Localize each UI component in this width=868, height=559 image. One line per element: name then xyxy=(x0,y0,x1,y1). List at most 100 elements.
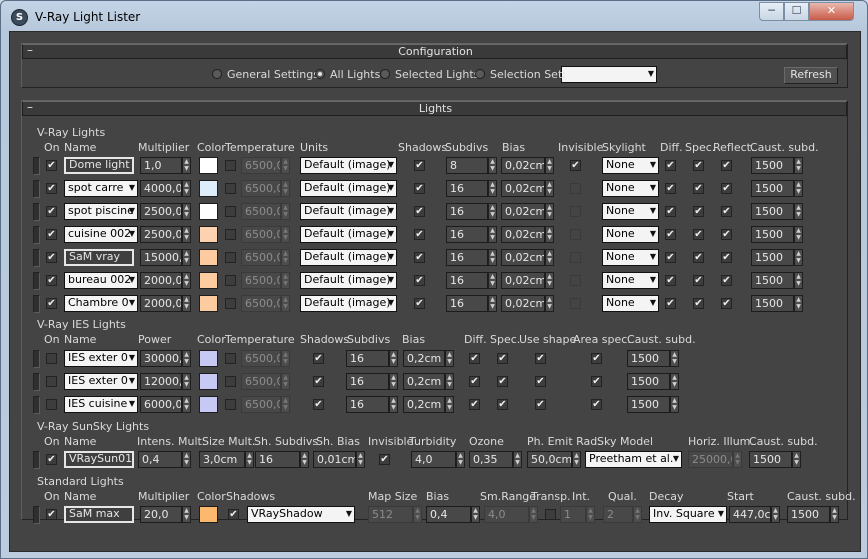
diff-checkbox[interactable]: ✔ xyxy=(665,206,676,217)
row-select-tab[interactable] xyxy=(33,506,40,524)
sun-name-field[interactable]: VRaySun01 xyxy=(64,451,134,468)
reflect-checkbox[interactable]: ✔ xyxy=(721,298,732,309)
bias-spinner[interactable]: 0,02cm xyxy=(501,226,545,243)
skylight-dropdown[interactable]: None xyxy=(602,157,659,174)
row-select-tab[interactable] xyxy=(33,396,40,414)
spec-checkbox[interactable]: ✔ xyxy=(693,160,704,171)
row-select-tab[interactable] xyxy=(33,451,40,469)
on-checkbox[interactable] xyxy=(46,376,57,387)
multiplier-spinner-arrows[interactable]: ▲ ▼ xyxy=(182,226,191,243)
map-size-spinner-arrows[interactable]: ▲ ▼ xyxy=(413,506,422,523)
spinner-arrow-icon[interactable]: ▲ ▼ xyxy=(184,227,189,241)
selection-set-dropdown[interactable] xyxy=(561,66,657,83)
on-checkbox[interactable]: ✔ xyxy=(46,183,57,194)
bias-spinner[interactable]: 0,2cm xyxy=(403,373,445,390)
start-spinner[interactable]: 447,0cm xyxy=(729,506,771,523)
caust-subd-spinner-arrows[interactable]: ▲ ▼ xyxy=(670,350,679,367)
temperature-checkbox[interactable] xyxy=(225,229,236,240)
caust-subd-spinner[interactable]: 1500 xyxy=(749,451,792,468)
shadows-checkbox[interactable]: ✔ xyxy=(414,298,425,309)
units-dropdown[interactable]: Default (image) xyxy=(300,249,397,266)
sh-subdivs-spinner[interactable]: 16 xyxy=(255,451,300,468)
invisible-checkbox[interactable] xyxy=(570,252,581,263)
spinner-arrow-icon[interactable]: ▲ ▼ xyxy=(547,273,552,287)
sh-bias-spinner-arrows[interactable]: ▲ ▼ xyxy=(356,451,365,468)
on-checkbox[interactable] xyxy=(46,399,57,410)
bias-spinner[interactable]: 0,02cm xyxy=(501,157,545,174)
reflect-checkbox[interactable]: ✔ xyxy=(721,160,732,171)
multiplier-spinner[interactable]: 4000,0 xyxy=(140,180,182,197)
int-spinner-arrows[interactable]: ▲ ▼ xyxy=(586,506,595,523)
temperature-spinner[interactable]: 6500,0 xyxy=(241,226,281,243)
multiplier-spinner[interactable]: 2000,0 xyxy=(140,272,182,289)
temperature-spinner-arrows[interactable]: ▲ ▼ xyxy=(281,226,290,243)
bias-spinner[interactable]: 0,4 xyxy=(426,506,471,523)
color-swatch[interactable] xyxy=(199,157,218,174)
spinner-arrow-icon[interactable]: ▲ ▼ xyxy=(184,452,189,466)
invisible-checkbox[interactable] xyxy=(570,206,581,217)
bias-spinner-arrows[interactable]: ▲ ▼ xyxy=(545,157,554,174)
bias-spinner-arrows[interactable]: ▲ ▼ xyxy=(545,249,554,266)
radio-general-settings[interactable] xyxy=(212,69,222,79)
spec-checkbox[interactable]: ✔ xyxy=(693,275,704,286)
spinner-arrow-icon[interactable]: ▲ ▼ xyxy=(458,452,463,466)
spinner-arrow-icon[interactable]: ▲ ▼ xyxy=(184,374,189,388)
reflect-checkbox[interactable]: ✔ xyxy=(721,206,732,217)
color-swatch[interactable] xyxy=(199,249,218,266)
spinner-arrow-icon[interactable]: ▲ ▼ xyxy=(391,397,396,411)
subdivs-spinner[interactable]: 16 xyxy=(446,295,488,312)
spinner-arrow-icon[interactable]: ▲ ▼ xyxy=(184,507,189,521)
caust-subd-spinner-arrows[interactable]: ▲ ▼ xyxy=(794,180,803,197)
temperature-spinner-arrows[interactable]: ▲ ▼ xyxy=(281,157,290,174)
multiplier-spinner[interactable]: 20,0 xyxy=(140,506,182,523)
qual-spinner-arrows[interactable]: ▲ ▼ xyxy=(633,506,642,523)
spinner-arrow-icon[interactable]: ▲ ▼ xyxy=(635,507,640,521)
temperature-checkbox[interactable] xyxy=(225,183,236,194)
power-spinner[interactable]: 6000,0 xyxy=(140,396,182,413)
temperature-spinner-arrows[interactable]: ▲ ▼ xyxy=(281,295,290,312)
subdivs-spinner-arrows[interactable]: ▲ ▼ xyxy=(488,249,497,266)
spinner-arrow-icon[interactable]: ▲ ▼ xyxy=(415,507,420,521)
on-checkbox[interactable]: ✔ xyxy=(46,206,57,217)
horiz-illum-spinner-arrows[interactable]: ▲ ▼ xyxy=(733,451,742,468)
row-select-tab[interactable] xyxy=(33,295,40,313)
int-spinner[interactable]: 1 xyxy=(560,506,586,523)
refresh-button[interactable]: Refresh xyxy=(784,67,838,84)
light-name-field[interactable]: Dome light pr xyxy=(64,157,134,174)
power-spinner-arrows[interactable]: ▲ ▼ xyxy=(182,396,191,413)
spinner-arrow-icon[interactable]: ▲ ▼ xyxy=(547,296,552,310)
spinner-arrow-icon[interactable]: ▲ ▼ xyxy=(547,250,552,264)
spec-checkbox[interactable]: ✔ xyxy=(693,298,704,309)
caust-subd-spinner[interactable]: 1500 xyxy=(627,396,670,413)
shadows-checkbox[interactable]: ✔ xyxy=(414,275,425,286)
intens-mult-spinner-arrows[interactable]: ▲ ▼ xyxy=(182,451,191,468)
color-swatch[interactable] xyxy=(199,295,218,312)
color-swatch[interactable] xyxy=(199,506,218,523)
spinner-arrow-icon[interactable]: ▲ ▼ xyxy=(773,507,778,521)
temperature-checkbox[interactable] xyxy=(225,275,236,286)
sh-subdivs-spinner-arrows[interactable]: ▲ ▼ xyxy=(300,451,309,468)
shadows-checkbox[interactable]: ✔ xyxy=(313,399,324,410)
caust-subd-spinner[interactable]: 1500 xyxy=(751,203,794,220)
spinner-arrow-icon[interactable]: ▲ ▼ xyxy=(490,204,495,218)
invisible-checkbox[interactable] xyxy=(570,298,581,309)
light-name-field[interactable]: SaM vray xyxy=(64,249,134,266)
title-bar[interactable]: S V-Ray Light Lister ─ ☐ ✕ xyxy=(1,1,867,33)
shadows-checkbox[interactable]: ✔ xyxy=(414,160,425,171)
multiplier-spinner[interactable]: 1,0 xyxy=(140,157,182,174)
spinner-arrow-icon[interactable]: ▲ ▼ xyxy=(672,374,677,388)
bias-spinner-arrows[interactable]: ▲ ▼ xyxy=(545,203,554,220)
spinner-arrow-icon[interactable]: ▲ ▼ xyxy=(247,452,252,466)
area-spec-checkbox[interactable]: ✔ xyxy=(591,353,602,364)
spinner-arrow-icon[interactable]: ▲ ▼ xyxy=(184,397,189,411)
shadows-checkbox[interactable]: ✔ xyxy=(414,183,425,194)
on-checkbox[interactable]: ✔ xyxy=(46,298,57,309)
caust-subd-spinner[interactable]: 1500 xyxy=(751,272,794,289)
temperature-spinner-arrows[interactable]: ▲ ▼ xyxy=(281,350,290,367)
spinner-arrow-icon[interactable]: ▲ ▼ xyxy=(283,397,288,411)
units-dropdown[interactable]: Default (image) xyxy=(300,295,397,312)
temperature-spinner-arrows[interactable]: ▲ ▼ xyxy=(281,180,290,197)
temperature-spinner-arrows[interactable]: ▲ ▼ xyxy=(281,272,290,289)
spinner-arrow-icon[interactable]: ▲ ▼ xyxy=(547,227,552,241)
units-dropdown[interactable]: Default (image) xyxy=(300,226,397,243)
